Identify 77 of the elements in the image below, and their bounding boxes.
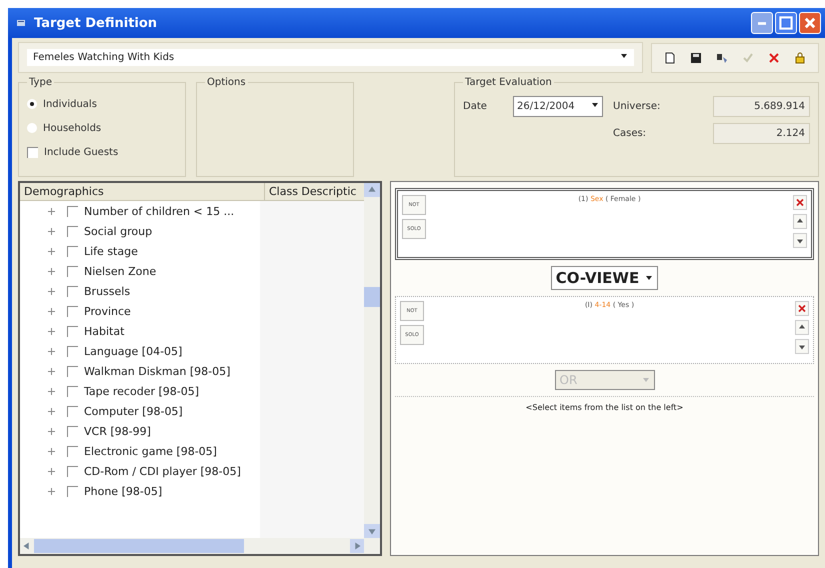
date-field[interactable]: 26/12/2004 [513, 96, 603, 117]
vertical-scrollbar[interactable] [364, 183, 380, 554]
group-title: Type [28, 77, 53, 88]
expand-icon[interactable] [48, 308, 55, 314]
column-header[interactable]: Demographics [20, 183, 265, 200]
lock-icon[interactable] [794, 52, 806, 64]
expand-icon[interactable] [48, 388, 55, 394]
operator-dropdown[interactable]: CO-VIEWE [550, 266, 658, 290]
caret-icon[interactable] [645, 274, 654, 282]
universe-label: Universe: [613, 101, 662, 112]
move-down-icon[interactable] [795, 339, 809, 354]
new-document-icon[interactable] [664, 52, 676, 64]
expand-icon[interactable] [48, 448, 55, 454]
tree-item[interactable]: Phone [98-05] [84, 484, 162, 498]
minimize-button[interactable] [751, 12, 773, 34]
remove-icon[interactable] [795, 301, 809, 316]
scroll-down-icon[interactable] [364, 524, 380, 538]
horizontal-scrollbar[interactable] [20, 538, 364, 554]
group-title: Options [206, 77, 247, 88]
date-label: Date [463, 101, 488, 112]
empty-hint: <Select items from the list on the left> [526, 403, 684, 412]
tree-item[interactable]: CD-Rom / CDI player [98-05] [84, 464, 241, 478]
expand-icon[interactable] [48, 208, 55, 214]
tree-item[interactable]: Social group [84, 224, 152, 238]
radio-option[interactable]: Individuals [27, 92, 177, 116]
scroll-right-icon[interactable] [350, 539, 364, 553]
tree-item[interactable]: Habitat [84, 324, 124, 338]
group-title: Target Evaluation [464, 77, 553, 88]
move-up-icon[interactable] [795, 320, 809, 335]
remove-icon[interactable] [793, 195, 807, 210]
caret-icon[interactable] [620, 52, 628, 60]
include-guests-checkbox[interactable]: Include Guests [27, 140, 177, 164]
expand-icon[interactable] [48, 408, 55, 414]
check-icon[interactable] [742, 52, 754, 64]
tree-item[interactable]: Tape recoder [98-05] [84, 384, 200, 398]
close-icon [803, 16, 817, 30]
tree-item[interactable]: Nielsen Zone [84, 264, 156, 278]
target-name-field[interactable]: Femeles Watching With Kids [27, 49, 634, 66]
maximize-button[interactable] [775, 12, 797, 34]
expand-icon[interactable] [48, 268, 55, 274]
expand-icon[interactable] [48, 288, 55, 294]
tree-item[interactable]: Electronic game [98-05] [84, 444, 217, 458]
scroll-thumb[interactable] [364, 287, 380, 307]
expand-icon[interactable] [48, 328, 55, 334]
window-title: Target Definition [34, 16, 158, 30]
move-up-icon[interactable] [793, 214, 807, 229]
move-down-icon[interactable] [793, 233, 807, 248]
column-header[interactable]: Class Descriptic [265, 183, 360, 200]
minimize-icon [758, 22, 766, 24]
tree-item[interactable]: Walkman Diskman [98-05] [84, 364, 230, 378]
expand-icon[interactable] [48, 248, 55, 254]
delete-icon[interactable] [768, 52, 780, 64]
app-icon [16, 18, 26, 28]
radio-option[interactable]: Households [27, 116, 177, 140]
tree-item[interactable]: VCR [98-99] [84, 424, 151, 438]
cases-value: 2.124 [713, 123, 810, 144]
expand-icon[interactable] [48, 348, 55, 354]
maximize-icon [779, 16, 793, 30]
close-button[interactable] [799, 12, 821, 34]
tree-item[interactable]: Language [04-05] [84, 344, 182, 358]
scroll-up-icon[interactable] [364, 183, 380, 197]
scroll-thumb[interactable] [34, 539, 244, 553]
tree-item[interactable]: Brussels [84, 284, 130, 298]
expand-icon[interactable] [48, 368, 55, 374]
universe-value: 5.689.914 [713, 96, 810, 117]
expand-icon[interactable] [48, 488, 55, 494]
tree-item[interactable]: Life stage [84, 244, 138, 258]
properties-icon[interactable] [716, 52, 728, 64]
cases-label: Cases: [613, 128, 648, 139]
expand-icon[interactable] [48, 428, 55, 434]
expand-icon[interactable] [48, 228, 55, 234]
save-icon[interactable] [690, 52, 702, 64]
tree-item[interactable]: Province [84, 304, 131, 318]
caret-icon[interactable] [591, 101, 599, 109]
expand-icon[interactable] [48, 468, 55, 474]
tree-item[interactable]: Computer [98-05] [84, 404, 183, 418]
tree-item[interactable]: Number of children < 15 ... [84, 204, 234, 218]
